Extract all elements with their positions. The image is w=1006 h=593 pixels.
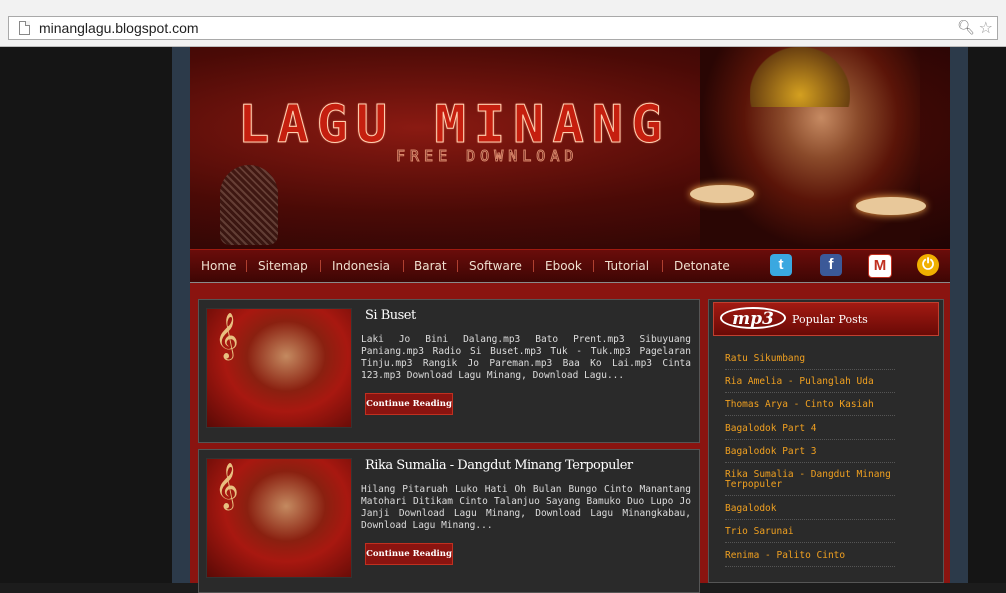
- gmail-icon[interactable]: M: [868, 254, 892, 278]
- main-nav: Home Sitemap Indonesia Barat Software Eb…: [190, 249, 950, 284]
- popular-post-link[interactable]: Ratu Sikumbang: [725, 354, 895, 370]
- post-thumbnail[interactable]: 𝄞: [206, 308, 352, 428]
- nav-separator: [533, 260, 534, 272]
- mp3-logo: mp3: [720, 307, 786, 329]
- popular-post-link[interactable]: Trio Sarunai: [725, 527, 895, 543]
- widget-header: mp3 Popular Posts: [713, 302, 939, 336]
- microphone-image: [220, 165, 278, 245]
- candle-plate-left: [690, 185, 754, 203]
- header-banner[interactable]: LAGU MINANG FREE DOWNLOAD: [190, 47, 950, 249]
- popular-post-link[interactable]: Bagalodok Part 4: [725, 424, 895, 440]
- nav-ebook[interactable]: Ebook: [545, 259, 582, 273]
- popular-posts-widget: mp3 Popular Posts Ratu Sikumbang Ria Ame…: [708, 299, 944, 583]
- candle-plate-right: [856, 197, 926, 215]
- site-container: LAGU MINANG FREE DOWNLOAD Home Sitemap I…: [190, 47, 950, 593]
- facebook-icon[interactable]: f: [820, 254, 842, 276]
- nav-separator: [662, 260, 663, 272]
- post-thumbnail[interactable]: 𝄞: [206, 458, 352, 578]
- post-card: 𝄞 Rika Sumalia - Dangdut Minang Terpopul…: [198, 449, 700, 593]
- post-title[interactable]: Rika Sumalia - Dangdut Minang Terpopuler: [365, 458, 633, 473]
- nav-detonate[interactable]: Detonate: [674, 259, 730, 273]
- popular-post-link[interactable]: Renima - Palito Cinto: [725, 551, 895, 567]
- rss-icon[interactable]: ⏻: [917, 254, 939, 276]
- nav-home[interactable]: Home: [201, 259, 236, 273]
- nav-separator: [403, 260, 404, 272]
- site-subtitle: FREE DOWNLOAD: [395, 147, 579, 166]
- popular-post-link[interactable]: Bagalodok: [725, 504, 895, 520]
- popular-post-link[interactable]: Ria Amelia - Pulanglah Uda: [725, 377, 895, 393]
- continue-reading-button[interactable]: Continue Reading: [365, 393, 453, 415]
- browser-toolbar: minanglagu.blogspot.com 🔍︎ ☆: [0, 0, 1006, 47]
- nav-indonesia[interactable]: Indonesia: [332, 259, 390, 273]
- popular-post-link[interactable]: Bagalodok Part 3: [725, 447, 895, 463]
- twitter-icon[interactable]: t: [770, 254, 792, 276]
- nav-sitemap[interactable]: Sitemap: [258, 259, 308, 273]
- address-bar[interactable]: minanglagu.blogspot.com 🔍︎ ☆: [8, 16, 998, 40]
- nav-separator: [246, 260, 247, 272]
- page-icon: [19, 21, 30, 35]
- post-excerpt: Laki Jo Bini Dalang.mp3 Bato Prent.mp3 S…: [361, 334, 691, 381]
- site-title: LAGU MINANG: [237, 95, 671, 156]
- popular-post-link[interactable]: Rika Sumalia - Dangdut Minang Terpopuler: [725, 470, 895, 496]
- nav-separator: [593, 260, 594, 272]
- treble-clef-icon: 𝄞: [215, 463, 239, 509]
- site-frame: LAGU MINANG FREE DOWNLOAD Home Sitemap I…: [172, 47, 968, 593]
- nav-separator: [457, 260, 458, 272]
- nav-barat[interactable]: Barat: [414, 259, 447, 273]
- post-title[interactable]: Si Buset: [365, 308, 416, 323]
- dancer-image: [690, 47, 926, 249]
- post-excerpt: Hilang Pitaruah Luko Hati Oh Bulan Bungo…: [361, 484, 691, 531]
- post-card: 𝄞 Si Buset Laki Jo Bini Dalang.mp3 Bato …: [198, 299, 700, 443]
- nav-tutorial[interactable]: Tutorial: [605, 259, 649, 273]
- content-area: 𝄞 Si Buset Laki Jo Bini Dalang.mp3 Bato …: [190, 283, 950, 593]
- popular-post-link[interactable]: Thomas Arya - Cinto Kasiah: [725, 400, 895, 416]
- url-text[interactable]: minanglagu.blogspot.com: [39, 20, 199, 36]
- nav-software[interactable]: Software: [469, 259, 522, 273]
- zoom-icon[interactable]: 🔍︎: [957, 20, 975, 36]
- continue-reading-button[interactable]: Continue Reading: [365, 543, 453, 565]
- treble-clef-icon: 𝄞: [215, 313, 239, 359]
- bookmark-star-icon[interactable]: ☆: [979, 18, 993, 37]
- page: LAGU MINANG FREE DOWNLOAD Home Sitemap I…: [0, 47, 1006, 593]
- nav-separator: [320, 260, 321, 272]
- widget-title: Popular Posts: [792, 313, 868, 326]
- headdress-image: [750, 47, 850, 107]
